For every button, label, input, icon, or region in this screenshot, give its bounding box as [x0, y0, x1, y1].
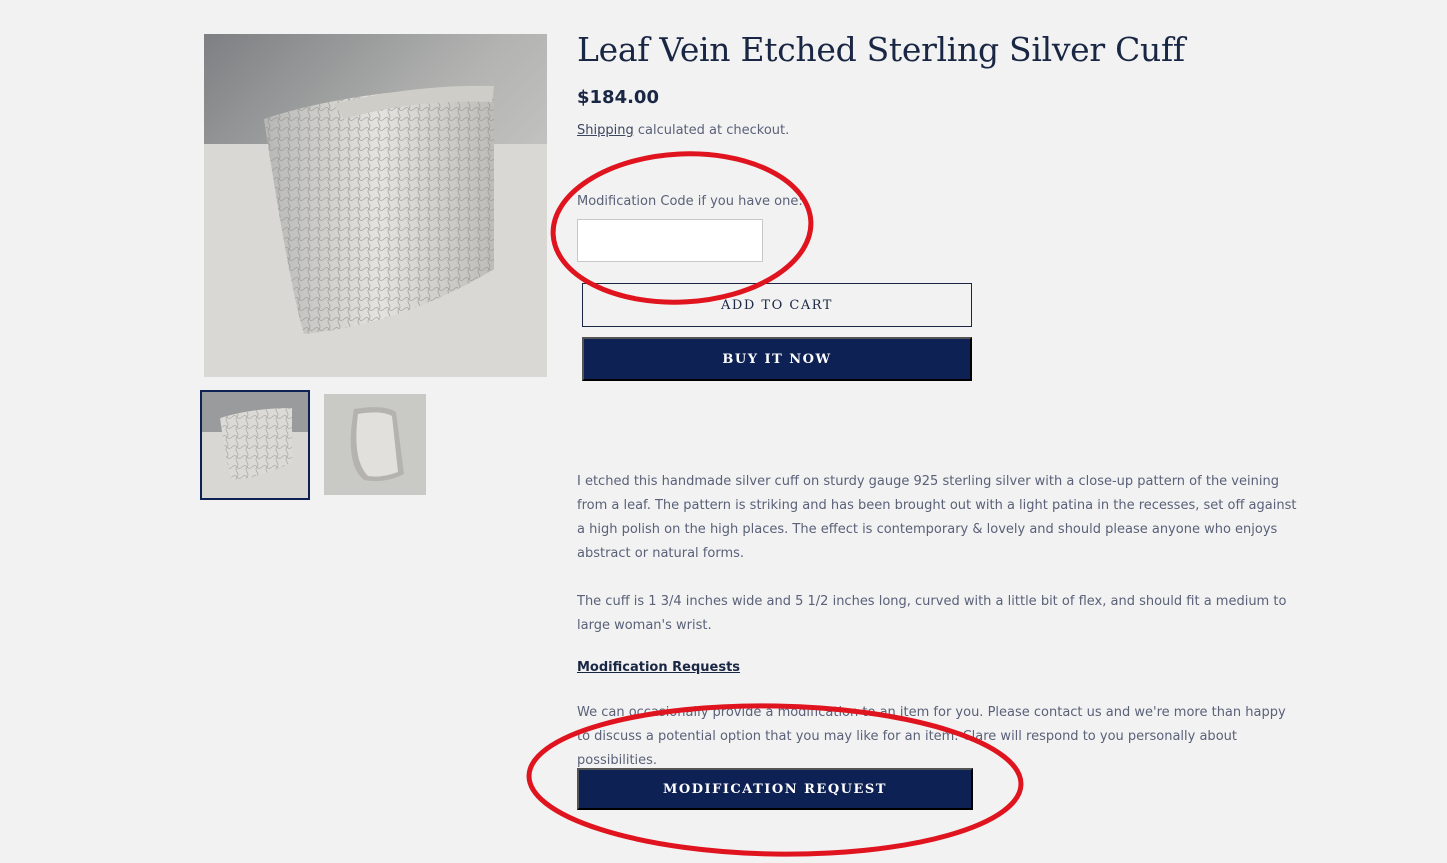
modification-code-input[interactable]: [577, 219, 763, 262]
product-description-2: The cuff is 1 3/4 inches wide and 5 1/2 …: [577, 594, 1287, 633]
product-price: $184.00: [577, 87, 659, 108]
add-to-cart-button[interactable]: ADD TO CART: [582, 283, 972, 327]
modification-requests-link[interactable]: Modification Requests: [577, 660, 740, 675]
cuff-thumbnail-side: [324, 394, 426, 495]
shipping-note: Shipping calculated at checkout.: [577, 123, 789, 138]
thumbnail-2[interactable]: [324, 394, 426, 495]
product-description-3: We can occasionally provide a modificati…: [577, 705, 1286, 768]
cuff-thumbnail-front: [202, 392, 308, 498]
buy-it-now-button[interactable]: BUY IT NOW: [582, 337, 972, 381]
product-title: Leaf Vein Etched Sterling Silver Cuff: [577, 30, 1185, 69]
shipping-link[interactable]: Shipping: [577, 123, 634, 138]
modification-code-label: Modification Code if you have one:: [577, 194, 803, 209]
silver-cuff-photo: [204, 34, 547, 377]
thumbnail-1[interactable]: [200, 390, 310, 500]
product-main-image[interactable]: [204, 34, 547, 377]
product-description-1: I etched this handmade silver cuff on st…: [577, 474, 1297, 561]
modification-request-button[interactable]: MODIFICATION REQUEST: [577, 768, 973, 810]
shipping-note-text: calculated at checkout.: [633, 123, 790, 138]
